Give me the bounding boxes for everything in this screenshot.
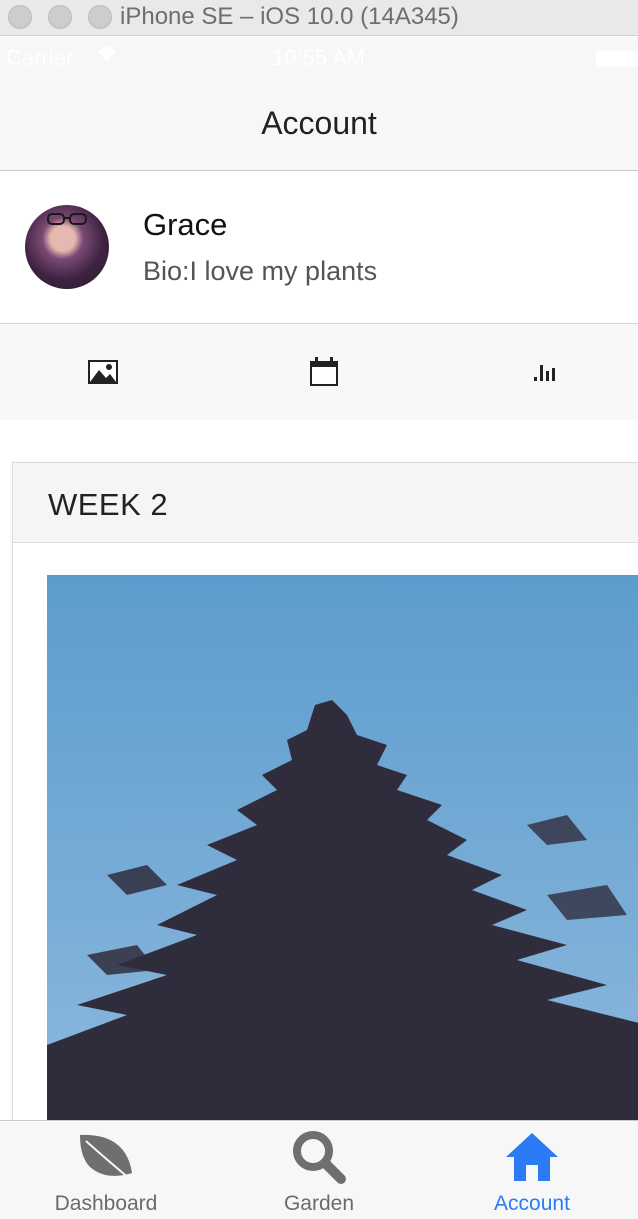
leaf-icon [0, 1129, 212, 1185]
profile-header: Grace Bio:I love my plants [0, 171, 638, 324]
bar-chart-icon[interactable] [526, 354, 566, 390]
card-title: WEEK 2 [48, 487, 169, 522]
page-title: Account [261, 105, 377, 141]
tab-bar: Dashboard Garden Account [0, 1120, 638, 1219]
battery-icon [596, 51, 638, 67]
calendar-icon[interactable] [304, 354, 344, 390]
week-card: WEEK 2 [12, 462, 638, 1142]
glasses-graphic [47, 213, 87, 225]
simulator-titlebar: iPhone SE – iOS 10.0 (14A345) [0, 0, 638, 36]
carrier-label: Carrier [6, 45, 74, 70]
profile-toolbar [0, 324, 638, 420]
image-icon[interactable] [83, 354, 123, 390]
tab-account-label: Account [494, 1192, 570, 1215]
profile-name: Grace [143, 207, 228, 242]
home-icon [426, 1129, 638, 1185]
avatar[interactable] [25, 205, 109, 289]
status-bar: Carrier 10:55 AM [0, 37, 638, 79]
status-time: 10:55 AM [272, 45, 365, 70]
card-header: WEEK 2 [13, 463, 638, 543]
window-zoom-button[interactable] [88, 5, 112, 29]
pine-tree-photo[interactable] [47, 575, 638, 1135]
window-close-button[interactable] [8, 5, 32, 29]
navigation-bar: Account [0, 79, 638, 171]
search-icon [213, 1129, 425, 1185]
simulator-title: iPhone SE – iOS 10.0 (14A345) [120, 3, 459, 30]
window-minimize-button[interactable] [48, 5, 72, 29]
tab-dashboard[interactable]: Dashboard [0, 1121, 212, 1219]
tab-garden-label: Garden [283, 1192, 355, 1215]
wifi-icon [96, 45, 118, 69]
tab-dashboard-label: Dashboard [54, 1192, 158, 1215]
tab-garden[interactable]: Garden [213, 1121, 425, 1219]
tab-account[interactable]: Account [426, 1121, 638, 1219]
profile-bio: Bio:I love my plants [143, 256, 378, 286]
